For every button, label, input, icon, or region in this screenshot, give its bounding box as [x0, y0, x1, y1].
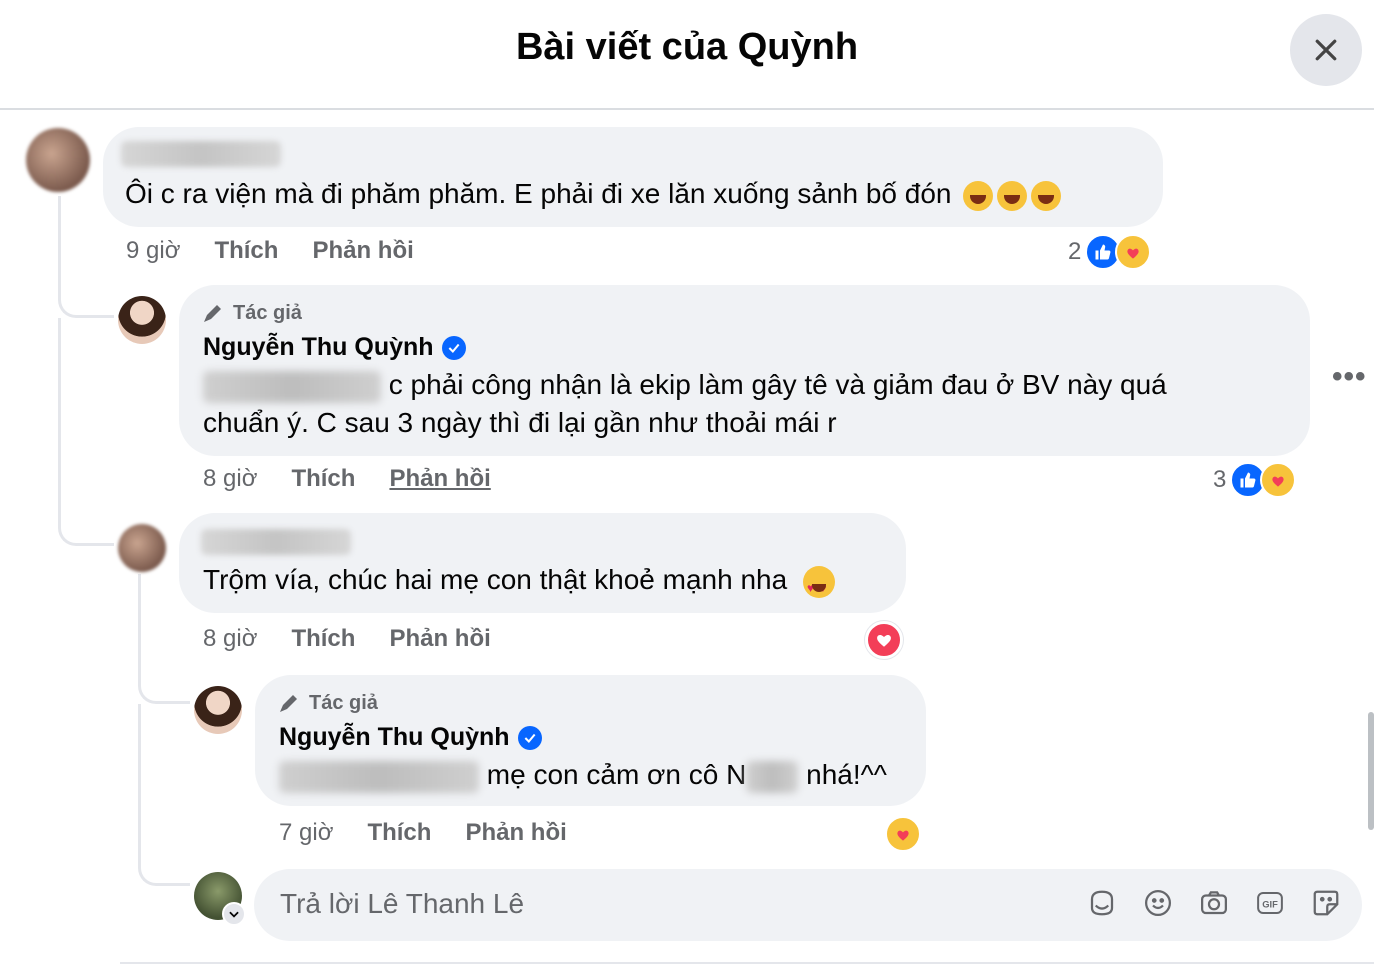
commenter-name-redacted[interactable] [121, 141, 281, 167]
comment-text: mẹ con cảm ơn cô N [486, 759, 747, 790]
laughing-emoji-icon [963, 180, 994, 211]
comment-actions: 8 giờ Thích Phản hồi [203, 625, 491, 653]
thread-connector [58, 196, 114, 318]
care-icon [885, 816, 921, 852]
scrollbar-thumb[interactable] [1368, 712, 1374, 830]
close-icon [1315, 39, 1337, 61]
like-button[interactable]: Thích [367, 819, 431, 847]
more-icon[interactable]: ••• [1332, 360, 1367, 394]
care-icon [1260, 462, 1297, 498]
avatar[interactable] [118, 524, 166, 572]
gif-icon[interactable]: GIF [1254, 887, 1286, 919]
avatar[interactable] [26, 128, 90, 192]
comment-text: Trộm vía, chúc hai mẹ con thật khoẻ mạnh… [203, 564, 788, 595]
name-redacted [746, 760, 799, 793]
comment-bubble: Ôi c ra viện mà đi phăm phăm. E phải đi … [103, 127, 1163, 227]
chevron-down-icon[interactable] [222, 902, 246, 926]
comment-time[interactable]: 9 giờ [126, 237, 180, 265]
camera-icon[interactable] [1198, 887, 1230, 919]
care-icon [1115, 234, 1152, 270]
thread-connector [138, 704, 190, 886]
reply-input[interactable]: Trả lời Lê Thanh Lê GIF [254, 869, 1362, 941]
mention-redacted[interactable] [203, 370, 381, 403]
reply-placeholder: Trả lời Lê Thanh Lê [280, 888, 525, 919]
author-name[interactable]: Nguyễn Thu Quỳnh [203, 333, 434, 362]
commenter-name-redacted[interactable] [201, 529, 351, 555]
dialog-title: Bài viết của Quỳnh [515, 26, 859, 68]
reaction-summary[interactable] [865, 621, 903, 659]
comment-bubble: Trộm vía, chúc hai mẹ con thật khoẻ mạnh… [179, 513, 906, 613]
pen-icon [280, 695, 297, 712]
mention-redacted[interactable] [279, 760, 479, 793]
reaction-count: 2 [1068, 238, 1082, 265]
reaction-summary[interactable]: 2 [1068, 234, 1152, 270]
avatar[interactable] [194, 686, 242, 734]
comment-time[interactable]: 8 giờ [203, 465, 257, 493]
author-name[interactable]: Nguyễn Thu Quỳnh [279, 723, 510, 752]
comment-bubble: Tác giả Nguyễn Thu Quỳnh c phải công nhậ… [179, 285, 1310, 456]
smile-icon[interactable] [1142, 887, 1174, 919]
comment-bubble: Tác giả Nguyễn Thu Quỳnh mẹ con cảm ơn c… [255, 675, 926, 806]
close-button[interactable] [1290, 14, 1362, 86]
reply-button[interactable]: Phản hồi [465, 819, 566, 847]
like-button[interactable]: Thích [214, 237, 278, 265]
comment-time[interactable]: 7 giờ [279, 819, 333, 847]
like-button[interactable]: Thích [291, 465, 355, 493]
like-button[interactable]: Thích [291, 625, 355, 653]
verified-icon [441, 335, 466, 360]
laughing-emoji-icon [1031, 180, 1062, 211]
laughing-emoji-icon [997, 180, 1028, 211]
sticker-icon[interactable] [1310, 887, 1342, 919]
comment-text: c phải công nhận là ekip làm gây tê và g… [388, 369, 1167, 400]
verified-icon [517, 725, 542, 750]
author-tag: Tác giả [309, 691, 378, 714]
heart-icon [865, 621, 903, 659]
comment-text: nhá!^^ [806, 759, 887, 790]
svg-text:GIF: GIF [1262, 899, 1278, 909]
reaction-summary[interactable]: 3 [1213, 462, 1297, 498]
reply-button[interactable]: Phản hồi [312, 237, 413, 265]
reply-button[interactable]: Phản hồi [389, 465, 490, 493]
thread-connector [58, 318, 114, 546]
comment-text: Ôi c ra viện mà đi phăm phăm. E phải đi … [125, 178, 952, 209]
avatar[interactable] [118, 296, 166, 344]
comment-text: chuẩn ý. C sau 3 ngày thì đi lại gần như… [203, 407, 837, 438]
pen-icon [204, 305, 221, 322]
reply-button[interactable]: Phản hồi [389, 625, 490, 653]
comment-actions: 7 giờ Thích Phản hồi [279, 819, 567, 847]
reaction-summary[interactable] [885, 816, 921, 852]
dialog-header: Bài viết của Quỳnh [0, 0, 1374, 110]
author-tag: Tác giả [233, 301, 302, 324]
reaction-count: 3 [1213, 466, 1227, 493]
divider [120, 962, 1374, 964]
comment-actions: 8 giờ Thích Phản hồi [203, 465, 491, 493]
heart-eyes-emoji-icon [802, 565, 835, 607]
comment-time[interactable]: 8 giờ [203, 625, 257, 653]
avatar-sticker-icon[interactable] [1086, 887, 1118, 919]
comment-actions: 9 giờ Thích Phản hồi [126, 237, 414, 265]
